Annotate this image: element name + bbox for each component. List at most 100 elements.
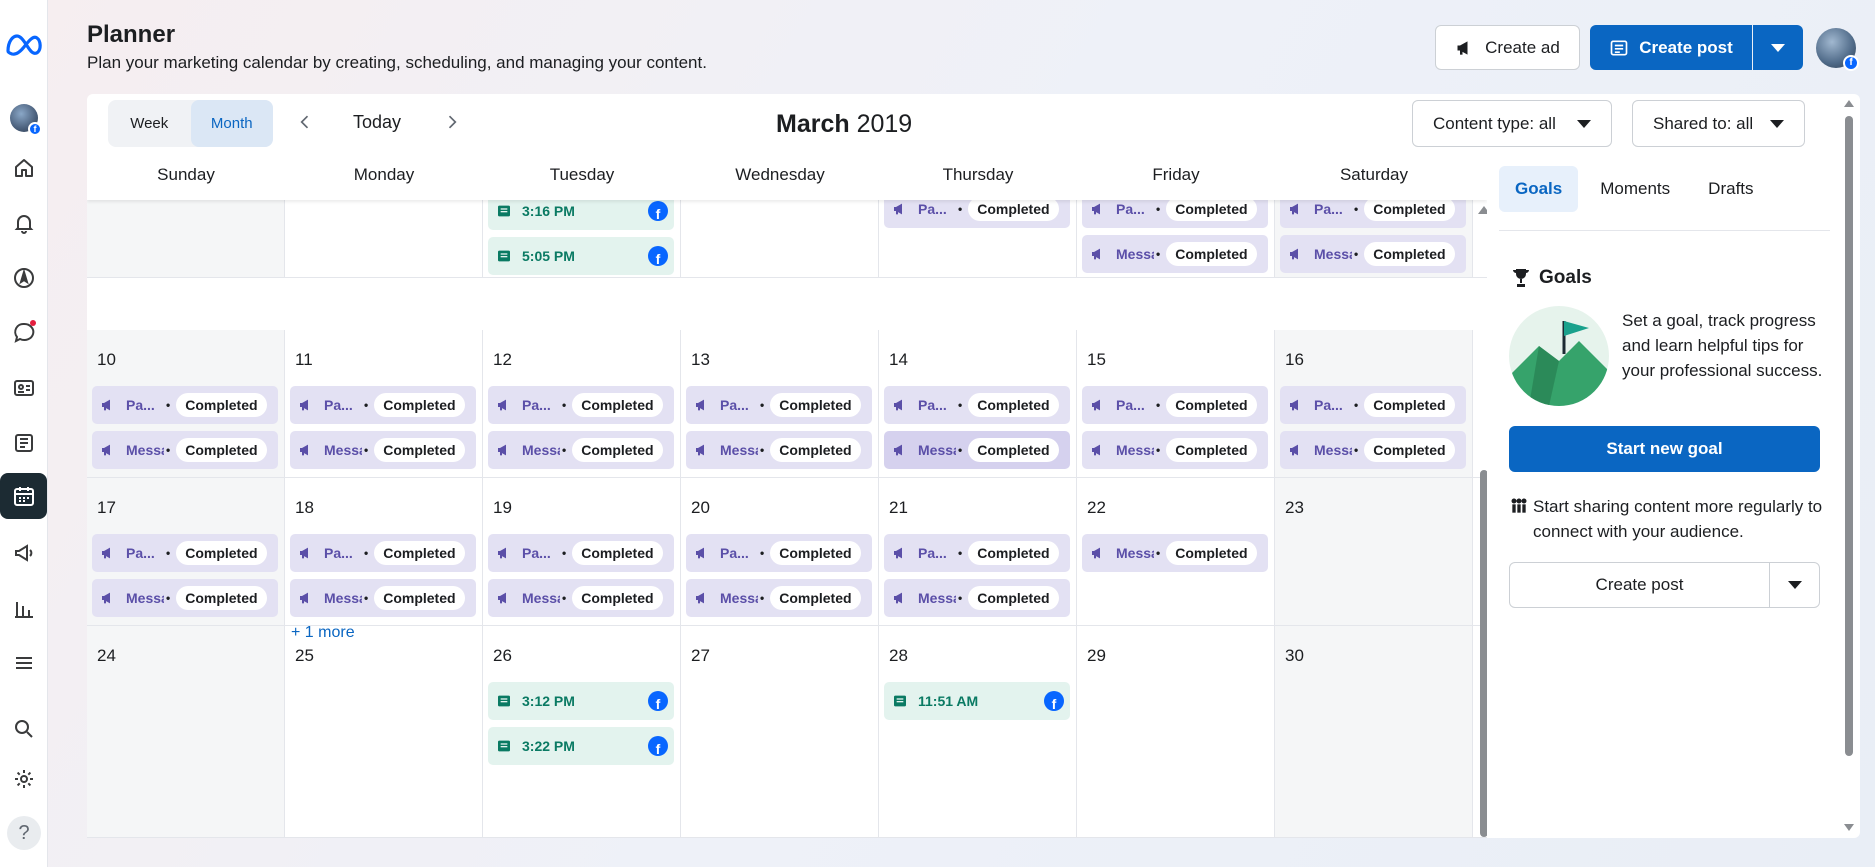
calendar-day-cell[interactable]: 15Pa...•CompletedMessa•Completed (1077, 330, 1275, 477)
ad-event-chip[interactable]: Messa• Completed (1082, 235, 1268, 273)
post-time: 3:12 PM (522, 693, 575, 709)
calendar-day-cell[interactable]: 26 3:12 PM f 3:22 PM f (483, 626, 681, 837)
ad-event-chip[interactable]: Messa• Completed (92, 431, 278, 469)
scrollbar-thumb[interactable] (1845, 116, 1853, 756)
status-badge: Completed (1166, 541, 1257, 565)
calendar-day-cell[interactable]: 10Pa...•CompletedMessa•Completed (87, 330, 285, 477)
side-create-post-button[interactable]: Create post (1510, 563, 1769, 607)
post-event-chip[interactable]: 3:12 PM f (488, 682, 674, 720)
ad-event-chip[interactable]: Pa... • Completed (488, 534, 674, 572)
meta-logo[interactable] (0, 22, 48, 68)
calendar-scrollbar[interactable] (1477, 150, 1487, 838)
settings-button[interactable] (0, 756, 48, 802)
calendar-day-cell[interactable]: 22 Messa• Completed (1077, 478, 1275, 625)
ad-event-chip[interactable]: Messa• Completed (884, 579, 1070, 617)
calendar-day-cell[interactable]: 17Pa...•CompletedMessa•Completed (87, 478, 285, 625)
inbox-button[interactable] (0, 310, 48, 356)
all-tools-button[interactable] (0, 640, 48, 686)
ad-event-chip[interactable]: Pa... • Completed (92, 534, 278, 572)
ad-event-chip[interactable]: Messa• Completed (1082, 431, 1268, 469)
ad-event-chip[interactable]: Pa... • Completed (686, 386, 872, 424)
calendar-day-cell[interactable]: 11Pa...•CompletedMessa•Completed (285, 330, 483, 477)
home-button[interactable] (0, 145, 48, 191)
calendar-day-cell[interactable]: 24 (87, 626, 285, 837)
scroll-down-icon[interactable] (1844, 824, 1854, 831)
ad-event-chip[interactable]: Messa• Completed (290, 431, 476, 469)
tab-drafts[interactable]: Drafts (1692, 166, 1769, 212)
calendar-icon (13, 487, 34, 506)
help-icon: ? (7, 816, 41, 850)
caret-down-icon (1770, 119, 1784, 128)
ad-event-chip[interactable]: Pa... • Completed (290, 386, 476, 424)
start-new-goal-button[interactable]: Start new goal (1509, 426, 1820, 472)
explore-button[interactable] (0, 255, 48, 301)
ad-event-chip[interactable]: Pa... • Completed (1082, 386, 1268, 424)
ad-event-chip[interactable]: Messa• Completed (488, 579, 674, 617)
post-event-chip[interactable]: 3:22 PM f (488, 727, 674, 765)
post-event-chip[interactable]: 11:51 AM f (884, 682, 1070, 720)
week-view-button[interactable]: Week (108, 100, 191, 147)
ad-event-chip[interactable]: Messa• Completed (92, 579, 278, 617)
calendar-day-cell[interactable]: 16Pa...•CompletedMessa•Completed (1275, 330, 1473, 477)
ad-event-chip[interactable]: Messa• Completed (686, 579, 872, 617)
next-month-button[interactable] (440, 108, 464, 136)
ad-event-chip[interactable]: Pa... • Completed (686, 534, 872, 572)
side-create-post-dropdown[interactable] (1769, 563, 1819, 607)
notifications-button[interactable] (0, 200, 48, 246)
ad-event-chip[interactable]: Pa... • Completed (92, 386, 278, 424)
scrollbar-thumb[interactable] (1480, 470, 1487, 837)
page-scrollbar[interactable] (1843, 94, 1855, 838)
calendar-day-cell[interactable]: 23 (1275, 478, 1473, 625)
account-avatar[interactable]: f (1816, 28, 1859, 71)
scroll-up-icon[interactable] (1844, 100, 1854, 107)
calendar-day-cell[interactable]: 14Pa...•CompletedMessa•Completed (879, 330, 1077, 477)
scroll-up-icon[interactable] (1478, 206, 1487, 214)
ad-event-chip[interactable]: Messa• Completed (1082, 534, 1268, 572)
help-button[interactable]: ? (0, 810, 48, 856)
status-badge: Completed (572, 541, 663, 565)
content-type-filter[interactable]: Content type: all (1412, 100, 1612, 147)
today-button[interactable]: Today (353, 112, 401, 133)
megaphone-icon (300, 399, 308, 411)
calendar-day-cell[interactable]: 28 11:51 AM f (879, 626, 1077, 837)
ads-button[interactable] (0, 530, 48, 576)
ad-event-chip[interactable]: Pa... • Completed (884, 386, 1070, 424)
avatar: f (10, 104, 42, 136)
calendar-day-cell[interactable]: 30 (1275, 626, 1473, 837)
calendar-day-cell[interactable]: 20Pa...•CompletedMessa•Completed (681, 478, 879, 625)
prev-month-button[interactable] (293, 108, 317, 136)
ad-event-chip[interactable]: Pa... • Completed (290, 534, 476, 572)
calendar-day-cell[interactable]: 18Pa...•CompletedMessa•Completed+ 1 more (285, 478, 483, 641)
ad-event-chip[interactable]: Messa• Completed (488, 431, 674, 469)
calendar-day-cell[interactable]: 25 (285, 626, 483, 837)
create-post-button[interactable]: Create post (1590, 25, 1752, 70)
ad-event-chip[interactable]: Pa... • Completed (488, 386, 674, 424)
calendar-day-cell[interactable]: 21Pa...•CompletedMessa•Completed (879, 478, 1077, 625)
separator-dot: • (1156, 398, 1161, 412)
ad-event-chip[interactable]: Messa• Completed (686, 431, 872, 469)
post-event-chip[interactable]: 5:05 PM f (488, 237, 674, 275)
calendar-day-cell[interactable]: 13Pa...•CompletedMessa•Completed (681, 330, 879, 477)
ad-event-chip[interactable]: Messa• Completed (884, 431, 1070, 469)
profile-avatar[interactable]: f (0, 95, 48, 141)
ad-event-chip[interactable]: Messa• Completed (1280, 431, 1466, 469)
search-button[interactable] (0, 706, 48, 752)
contacts-button[interactable] (0, 365, 48, 411)
calendar-day-cell[interactable]: 19Pa...•CompletedMessa•Completed (483, 478, 681, 625)
calendar-day-cell[interactable]: 29 (1077, 626, 1275, 837)
calendar-day-cell[interactable]: 27 (681, 626, 879, 837)
ad-event-chip[interactable]: Pa... • Completed (884, 534, 1070, 572)
planner-button[interactable] (0, 473, 47, 519)
create-post-dropdown[interactable] (1753, 25, 1803, 70)
create-ad-button[interactable]: Create ad (1435, 25, 1580, 70)
ad-event-chip[interactable]: Messa• Completed (290, 579, 476, 617)
ad-event-chip[interactable]: Messa• Completed (1280, 235, 1466, 273)
shared-to-filter[interactable]: Shared to: all (1632, 100, 1805, 147)
tab-moments[interactable]: Moments (1584, 166, 1686, 212)
tab-goals[interactable]: Goals (1499, 166, 1579, 212)
insights-button[interactable] (0, 585, 48, 631)
month-view-button[interactable]: Month (190, 100, 273, 147)
ad-event-chip[interactable]: Pa... • Completed (1280, 386, 1466, 424)
content-button[interactable] (0, 420, 48, 466)
calendar-day-cell[interactable]: 12Pa...•CompletedMessa•Completed (483, 330, 681, 477)
